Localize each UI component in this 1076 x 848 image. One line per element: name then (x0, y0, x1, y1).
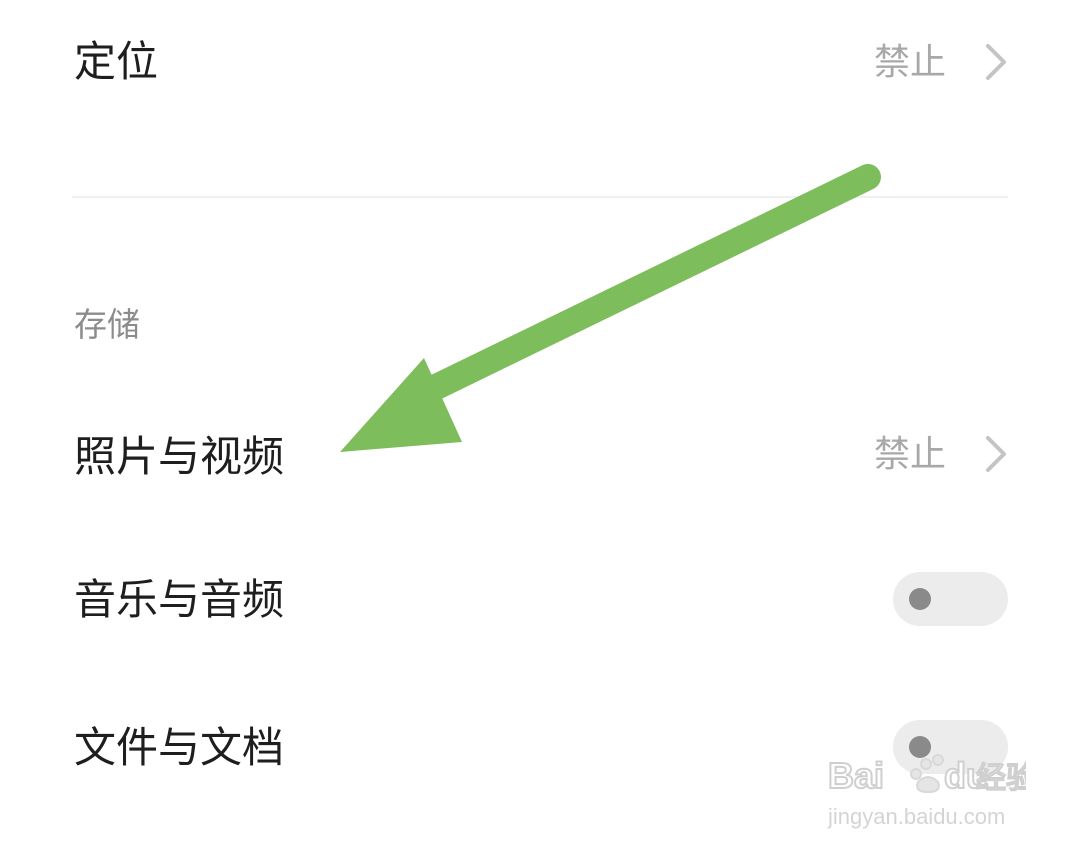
permissions-screen: 定位 禁止 存储 照片与视频 禁止 音乐与音频 文件与文档 Bai du 经验 … (0, 0, 1076, 848)
photos-videos-permission-row[interactable]: 照片与视频 禁止 (0, 395, 1076, 515)
svg-text:Bai: Bai (828, 755, 884, 796)
baidu-jingyan-watermark-logo: Bai du 经验 jingyan.baidu.com (827, 754, 1026, 829)
toggle-knob (909, 588, 931, 610)
chevron-right-icon (986, 436, 1006, 472)
photos-videos-value: 禁止 (873, 434, 946, 475)
music-audio-label: 音乐与音频 (74, 575, 285, 624)
storage-section-header: 存储 (74, 305, 140, 344)
location-permission-row[interactable]: 定位 禁止 (0, 0, 1076, 130)
svg-text:jingyan.baidu.com: jingyan.baidu.com (827, 804, 1005, 829)
chevron-right-icon (986, 44, 1006, 80)
section-divider (72, 196, 1008, 198)
music-audio-permission-row: 音乐与音频 (0, 540, 1076, 660)
svg-text:经验: 经验 (976, 761, 1026, 796)
location-value: 禁止 (873, 42, 946, 83)
location-label: 定位 (74, 37, 159, 86)
photos-videos-label: 照片与视频 (74, 432, 285, 481)
music-audio-toggle[interactable] (893, 572, 1008, 626)
files-documents-label: 文件与文档 (74, 723, 285, 772)
